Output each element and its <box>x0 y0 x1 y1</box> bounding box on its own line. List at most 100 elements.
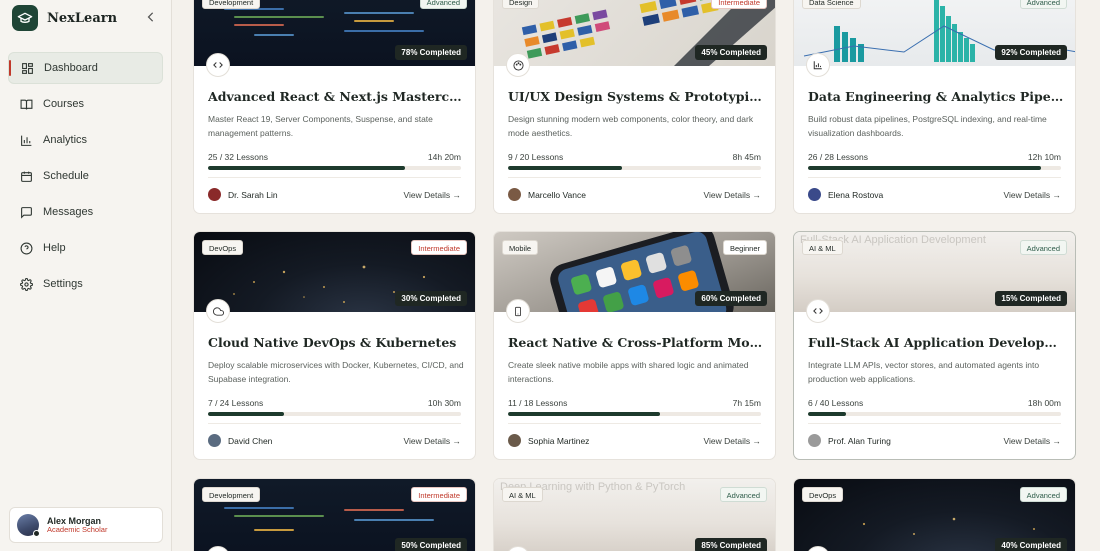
course-title[interactable]: Advanced React & Next.js Masterclass <box>208 89 466 104</box>
course-card[interactable]: DevOps Intermediate 30% Completed Cloud … <box>193 231 476 460</box>
chart-icon <box>806 53 830 77</box>
course-duration: 18h 00m <box>1027 398 1061 408</box>
instructor-avatar <box>208 188 221 201</box>
category-badge: DevOps <box>202 240 244 255</box>
course-banner: Development Intermediate 50% Completed <box>194 479 475 551</box>
category-badge: Mobile <box>502 240 539 255</box>
instructor-name: Marcello Vance <box>528 189 586 200</box>
collapse-sidebar-button[interactable] <box>145 9 157 25</box>
sidebar-item-label: Courses <box>43 98 84 110</box>
course-title[interactable]: UI/UX Design Systems & Prototyping <box>508 89 766 104</box>
help-icon <box>19 241 34 256</box>
category-badge: Design <box>502 0 540 9</box>
level-badge: Advanced <box>1019 0 1067 9</box>
course-title[interactable]: Full-Stack AI Application Development <box>808 335 1066 350</box>
course-card[interactable]: Development Intermediate 50% Completed <box>193 478 476 551</box>
lesson-count: 7 / 24 Lessons <box>208 398 264 408</box>
sidebar: NexLearn Dashboard Courses Analytics Sch… <box>0 0 172 551</box>
user-profile-card[interactable]: Alex Morgan Academic Scholar <box>9 507 163 543</box>
category-badge: Development <box>202 487 261 502</box>
sidebar-item-analytics[interactable]: Analytics <box>8 124 163 156</box>
smartphone-icon <box>506 299 530 323</box>
course-banner: Mobile Beginner 60% Completed <box>494 232 775 312</box>
course-title[interactable]: Cloud Native DevOps & Kubernetes <box>208 335 466 350</box>
course-description: Deploy scalable microservices with Docke… <box>208 360 464 384</box>
instructor-name: Elena Rostova <box>828 189 884 200</box>
progress-fill <box>808 412 846 416</box>
sidebar-item-label: Help <box>43 242 66 254</box>
completion-badge: 50% Completed <box>395 538 467 551</box>
instructor: Dr. Sarah Lin <box>208 188 278 201</box>
progress-fill <box>208 412 284 416</box>
graduation-cap-icon <box>12 5 38 31</box>
progress-fill <box>508 412 660 416</box>
bar-chart-icon <box>19 133 34 148</box>
completion-badge: 30% Completed <box>395 291 467 306</box>
book-icon <box>19 97 34 112</box>
category-badge: DevOps <box>802 487 844 502</box>
instructor: Elena Rostova <box>808 188 883 201</box>
instructor-name: Dr. Sarah Lin <box>228 189 278 200</box>
course-card[interactable]: DevOps Advanced 40% Completed <box>793 478 1076 551</box>
course-duration: 14h 20m <box>427 152 461 162</box>
lesson-count: 9 / 20 Lessons <box>508 152 564 162</box>
level-badge: Beginner <box>722 240 767 255</box>
course-description: Design stunning modern web components, c… <box>508 114 754 138</box>
category-badge: Development <box>202 0 261 9</box>
instructor: David Chen <box>208 434 272 447</box>
course-banner: Data Science Advanced 92% Completed <box>794 0 1075 66</box>
category-badge: AI & ML <box>502 487 543 502</box>
code-icon <box>806 299 830 323</box>
divider <box>508 177 761 178</box>
view-details-link[interactable]: View Details → <box>704 190 761 200</box>
course-title[interactable]: React Native & Cross-Platform Mobile <box>508 335 766 350</box>
instructor-avatar <box>808 188 821 201</box>
view-details-link[interactable]: View Details → <box>1004 436 1061 446</box>
progress-bar <box>808 412 1061 416</box>
divider <box>808 177 1061 178</box>
user-role: Academic Scholar <box>47 524 108 534</box>
level-badge: Advanced <box>719 487 767 502</box>
instructor-name: Prof. Alan Turing <box>828 435 891 446</box>
avatar <box>17 514 40 537</box>
sidebar-item-label: Analytics <box>43 134 88 146</box>
course-card[interactable]: Mobile Beginner 60% Completed React Nati… <box>493 231 776 460</box>
progress-fill <box>208 166 406 170</box>
progress-fill <box>808 166 1041 170</box>
view-details-link[interactable]: View Details → <box>704 436 761 446</box>
view-details-link[interactable]: View Details → <box>404 190 461 200</box>
course-description: Integrate LLM APIs, vector stores, and a… <box>808 360 1040 384</box>
sidebar-item-dashboard[interactable]: Dashboard <box>8 52 163 84</box>
course-duration: 7h 15m <box>732 398 761 408</box>
course-banner: Full-Stack AI Application Development AI… <box>794 232 1075 312</box>
course-card[interactable]: Development Advanced 78% Completed Advan… <box>193 0 476 214</box>
sidebar-item-courses[interactable]: Courses <box>8 88 163 120</box>
level-badge: Intermediate <box>711 0 767 9</box>
course-title[interactable]: Data Engineering & Analytics Pipelines <box>808 89 1066 104</box>
instructor-avatar <box>508 434 521 447</box>
instructor: Sophia Martinez <box>508 434 589 447</box>
palette-icon <box>506 53 530 77</box>
course-card[interactable]: Full-Stack AI Application Development AI… <box>793 231 1076 460</box>
course-banner: DevOps Intermediate 30% Completed <box>194 232 475 312</box>
view-details-link[interactable]: View Details → <box>1004 190 1061 200</box>
brand-name: NexLearn <box>47 10 118 26</box>
course-duration: 8h 45m <box>732 152 761 162</box>
progress-bar <box>508 412 761 416</box>
brand[interactable]: NexLearn <box>12 5 117 31</box>
completion-badge: 92% Completed <box>995 45 1067 60</box>
level-badge: Intermediate <box>411 487 467 502</box>
message-icon <box>19 205 34 220</box>
lesson-count: 26 / 28 Lessons <box>808 152 869 162</box>
view-details-link[interactable]: View Details → <box>404 436 461 446</box>
sidebar-item-help[interactable]: Help <box>8 232 163 264</box>
completion-badge: 85% Completed <box>695 538 767 551</box>
gear-icon <box>19 277 34 292</box>
course-card[interactable]: Deep Learning with Python & PyTorch AI &… <box>493 478 776 551</box>
sidebar-item-messages[interactable]: Messages <box>8 196 163 228</box>
level-badge: Advanced <box>1019 240 1067 255</box>
course-card[interactable]: Design Intermediate 45% Completed UI/UX … <box>493 0 776 214</box>
sidebar-item-settings[interactable]: Settings <box>8 268 163 300</box>
sidebar-item-schedule[interactable]: Schedule <box>8 160 163 192</box>
course-card[interactable]: Data Science Advanced 92% Completed Data… <box>793 0 1076 214</box>
